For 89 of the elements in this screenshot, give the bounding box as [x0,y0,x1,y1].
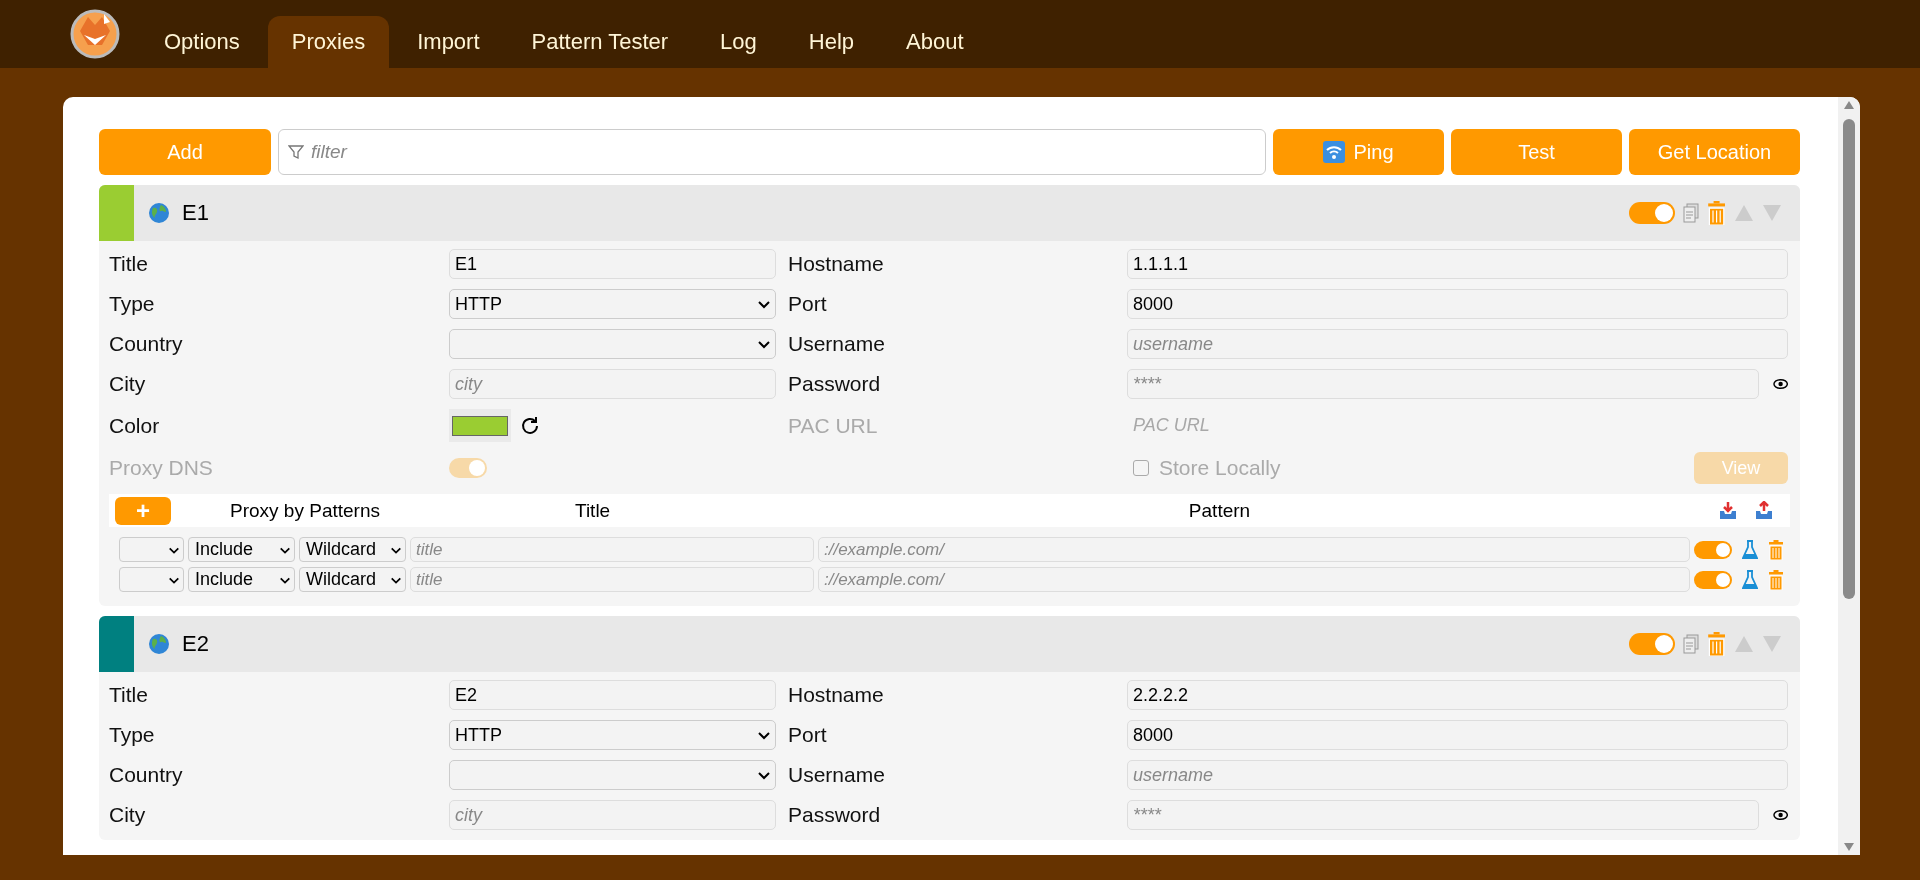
scrollbar[interactable] [1838,97,1860,855]
trash-icon[interactable] [1768,539,1784,560]
flask-icon[interactable] [1742,539,1758,560]
select-field[interactable]: Include [188,537,295,562]
field-label: Hostname [788,252,885,276]
select-field[interactable]: Include [188,567,295,592]
select-field[interactable]: Wildcard [299,537,406,562]
field-label: Port [788,292,828,316]
column-header: Title [574,499,612,522]
nav-tab[interactable]: About [882,16,988,68]
field-label: Password [788,372,882,396]
color-picker[interactable] [449,409,511,442]
nav-tab[interactable]: Help [784,16,879,68]
refresh-icon[interactable] [519,414,541,437]
text-field[interactable]: username [1127,329,1788,359]
text-field[interactable]: E2 [449,680,776,710]
field-label: Country [109,332,184,356]
nav-tab[interactable]: Options [140,16,264,68]
scroll-down-icon[interactable] [1844,843,1854,851]
proxy-toggle[interactable] [1628,202,1675,224]
import-icon[interactable] [1718,500,1738,521]
field-label: Username [788,332,886,356]
select-field[interactable]: Wildcard [299,567,406,592]
flask-icon[interactable] [1742,569,1758,590]
password-field[interactable]: **** [1127,800,1759,830]
eye-icon[interactable] [1772,378,1788,390]
proxy-toggle[interactable] [1628,633,1675,655]
text-field[interactable]: 2.2.2.2 [1127,680,1788,710]
title-field[interactable]: title [410,537,814,562]
text-field[interactable]: 8000 [1127,289,1788,319]
column-header: Pattern [1187,499,1252,522]
select-field[interactable] [449,760,776,790]
move-up-icon[interactable] [1734,635,1754,653]
globe-icon [148,633,170,655]
trash-icon[interactable] [1706,201,1726,225]
password-field[interactable]: **** [1127,369,1759,399]
title-field[interactable]: title [410,567,814,592]
nav-tab[interactable]: Pattern Tester [507,16,693,68]
field-label: Type [109,723,156,747]
field-label: Password [788,803,882,827]
select-field[interactable]: HTTP [449,720,776,750]
select-field[interactable] [119,537,184,562]
duplicate-icon[interactable] [1682,203,1699,223]
proxy-title: E1 [182,200,210,226]
text-field[interactable]: city [449,800,776,830]
field-label: Hostname [788,683,885,707]
globe-icon [148,202,170,224]
select-field[interactable] [449,329,776,359]
field-label: Title [109,683,149,707]
field-label: Port [788,723,828,747]
wifi-icon [1323,141,1346,163]
nav-tab[interactable]: Proxies [267,16,390,68]
pattern-field[interactable]: ://example.com/ [818,567,1690,592]
nav-tab[interactable]: Log [696,16,781,68]
proxy-title: E2 [182,631,210,657]
text-field[interactable]: 1.1.1.1 [1127,249,1788,279]
pattern-toggle[interactable] [1694,570,1732,589]
trash-icon[interactable] [1706,632,1726,656]
checkbox-label: Store Locally [1159,456,1281,480]
pattern-field[interactable]: ://example.com/ [818,537,1690,562]
eye-icon[interactable] [1772,809,1788,821]
move-down-icon[interactable] [1762,635,1782,653]
field-label: Title [109,252,149,276]
trash-icon[interactable] [1768,569,1784,590]
scroll-up-icon[interactable] [1844,101,1854,109]
field-label: City [109,803,147,827]
field-label: PAC URL [788,413,879,438]
text-field[interactable]: 8000 [1127,720,1788,750]
field-label: Country [109,763,184,787]
field-label: Type [109,292,156,316]
filter-field[interactable]: filter [278,129,1266,175]
text-field[interactable]: E1 [449,249,776,279]
nav-tab[interactable]: Import [393,16,504,68]
select-field[interactable] [119,567,184,592]
text-field[interactable]: city [449,369,776,399]
duplicate-icon[interactable] [1682,634,1699,654]
column-header: Proxy by Patterns [229,499,381,522]
fox-logo [70,9,120,59]
field-label: City [109,372,147,396]
field-label: Proxy DNS [109,456,214,480]
move-down-icon[interactable] [1762,204,1782,222]
export-icon[interactable] [1754,500,1774,521]
field-label: Color [109,413,161,438]
filter-icon [288,144,304,160]
text-field[interactable]: username [1127,760,1788,790]
move-up-icon[interactable] [1734,204,1754,222]
select-field[interactable]: HTTP [449,289,776,319]
field-label: Username [788,763,886,787]
pattern-toggle[interactable] [1694,540,1732,559]
